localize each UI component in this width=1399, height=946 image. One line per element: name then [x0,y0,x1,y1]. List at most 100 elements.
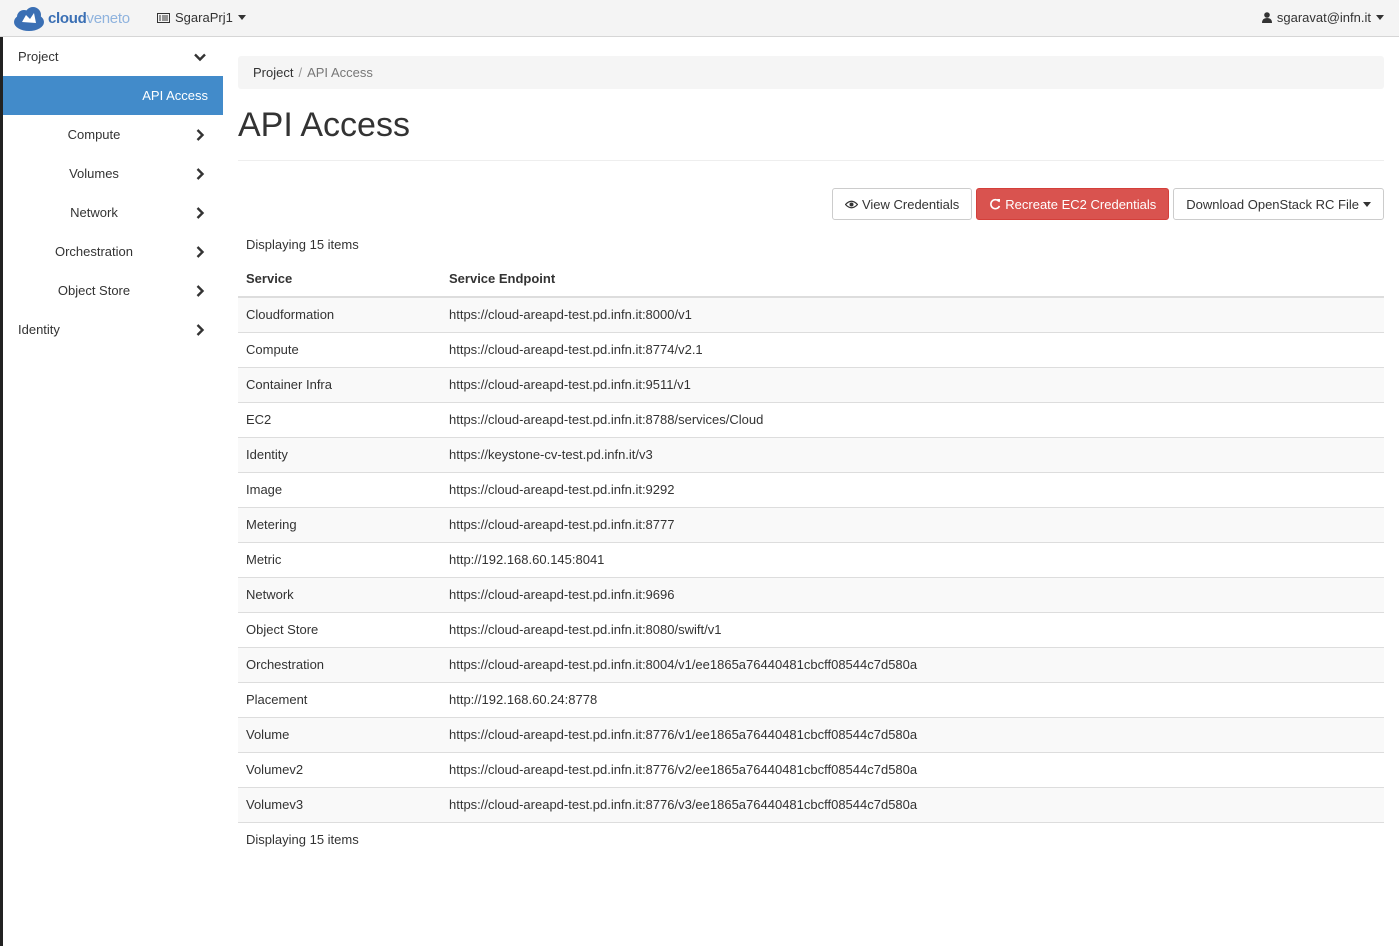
breadcrumb-current: API Access [307,65,373,80]
breadcrumb-separator: / [298,65,303,80]
cell-service: Orchestration [238,646,441,682]
sidebar-item-label: Identity [18,322,60,337]
api-endpoints-table: Service Service Endpoint Cloudformation h… [238,261,1384,823]
table-row: Metric http://192.168.60.145:8041 [238,541,1384,577]
table-row: Orchestration https://cloud-areapd-test.p… [238,646,1384,682]
table-row: EC2 https://cloud-areapd-test.pd.infn.it:… [238,401,1384,437]
cell-service-endpoint: https://cloud-areapd-test.pd.infn.it:878… [441,401,1384,437]
cell-service-endpoint: https://cloud-areapd-test.pd.infn.it:929… [441,471,1384,507]
sidebar-item-object-store[interactable]: Object Store [3,271,223,310]
chevron-right-icon [196,207,205,219]
sidebar-item-label: Network [70,205,118,220]
sidebar-item-identity[interactable]: Identity [3,310,223,349]
view-credentials-label: View Credentials [861,196,960,212]
page-title: API Access [238,106,410,144]
cell-service: Metering [238,506,441,542]
caret-down-icon [237,15,246,20]
cell-service-endpoint: http://192.168.60.145:8041 [441,541,1384,577]
cell-service: Object Store [238,611,441,647]
table-row: Cloudformation https://cloud-areapd-test.… [238,296,1384,332]
cell-service: Volumev2 [238,751,441,787]
project-list-icon [157,12,170,23]
sidebar-item-label: Volumes [69,166,119,181]
cell-service-endpoint: https://cloud-areapd-test.pd.infn.it:808… [441,611,1384,647]
view-credentials-button[interactable]: View Credentials [831,188,973,220]
table-row: Image https://cloud-areapd-test.pd.infn.i… [238,471,1384,507]
table-row: Volume https://cloud-areapd-test.pd.infn.… [238,716,1384,752]
cell-service: Identity [238,436,441,472]
cell-service-endpoint: https://cloud-areapd-test.pd.infn.it:800… [441,296,1384,332]
sidebar-item-network[interactable]: Network [3,193,223,232]
sidebar-item-project[interactable]: Project [3,37,223,76]
table-row: Compute https://cloud-areapd-test.pd.infn… [238,331,1384,367]
cloud-logo-icon [14,6,44,31]
brand-logo[interactable]: cloudveneto [12,5,130,32]
user-name: sgaravat@infn.it [1276,10,1371,25]
sidebar-item-label: API Access [142,88,208,103]
brand-name: cloudveneto [48,10,130,27]
recreate-ec2-credentials-button[interactable]: Recreate EC2 Credentials [976,188,1170,220]
cell-service-endpoint: https://cloud-areapd-test.pd.infn.it:877… [441,786,1384,823]
table-row: Network https://cloud-areapd-test.pd.infn… [238,576,1384,612]
chevron-right-icon [196,285,205,297]
sidebar-item-orchestration[interactable]: Orchestration [3,232,223,271]
cell-service: Metric [238,541,441,577]
project-switcher[interactable]: SgaraPrj1 [157,10,246,25]
cell-service-endpoint: https://cloud-areapd-test.pd.infn.it:877… [441,331,1384,367]
recreate-ec2-credentials-label: Recreate EC2 Credentials [1005,196,1157,212]
sidebar-item-api-access[interactable]: API Access [3,76,223,115]
chevron-down-icon [194,53,206,62]
column-header-service-endpoint[interactable]: Service Endpoint [441,261,1384,298]
eye-icon [844,200,858,208]
cell-service-endpoint: http://192.168.60.24:8778 [441,681,1384,717]
sidebar-item-label: Project [18,49,59,64]
user-menu[interactable]: sgaravat@infn.it [1261,10,1384,25]
column-header-service[interactable]: Service [238,261,441,298]
cell-service: Cloudformation [238,296,441,332]
chevron-right-icon [196,246,205,258]
sidebar-item-label: Object Store [57,283,131,298]
sidebar: Project API Access Compute Volumes Netwo… [3,37,223,349]
cell-service: Volume [238,716,441,752]
cell-service: Container Infra [238,366,441,402]
cell-service-endpoint: https://cloud-areapd-test.pd.infn.it:969… [441,576,1384,612]
chevron-right-icon [196,324,205,336]
table-header-row: Service Service Endpoint [238,261,1384,298]
table-row: Volumev2 https://cloud-areapd-test.pd.inf… [238,751,1384,787]
project-name: SgaraPrj1 [175,10,233,25]
cell-service: EC2 [238,401,441,437]
brand-name-part1: cloud [48,10,87,27]
sidebar-item-label: Orchestration [54,244,134,259]
cell-service-endpoint: https://cloud-areapd-test.pd.infn.it:877… [441,506,1384,542]
breadcrumb-project[interactable]: Project [253,65,293,80]
cell-service-endpoint: https://cloud-areapd-test.pd.infn.it:951… [441,366,1384,402]
cell-service-endpoint: https://cloud-areapd-test.pd.infn.it:877… [441,716,1384,752]
chevron-right-icon [196,168,205,180]
cell-service: Compute [238,331,441,367]
download-rc-file-label: Download OpenStack RC File [1186,196,1359,212]
table-row: Identity https://keystone-cv-test.pd.infn… [238,436,1384,472]
items-count-top: Displaying 15 items [246,237,359,252]
cell-service: Network [238,576,441,612]
sidebar-item-label: Compute [67,127,121,142]
download-rc-file-button[interactable]: Download OpenStack RC File [1173,188,1384,220]
table-row: Placement http://192.168.60.24:8778 [238,681,1384,717]
table-row: Volumev3 https://cloud-areapd-test.pd.inf… [238,786,1384,823]
top-navbar: cloudveneto SgaraPrj1 sgaravat@infn.it [0,0,1399,37]
brand-name-part2: veneto [86,10,131,27]
sidebar-item-volumes[interactable]: Volumes [3,154,223,193]
table-row: Metering https://cloud-areapd-test.pd.inf… [238,506,1384,542]
cell-service-endpoint: https://cloud-areapd-test.pd.infn.it:877… [441,751,1384,787]
table-row: Container Infra https://cloud-areapd-test… [238,366,1384,402]
table-actions: View Credentials Recreate EC2 Credential… [828,188,1384,220]
user-icon [1261,12,1272,23]
cell-service-endpoint: https://cloud-areapd-test.pd.infn.it:800… [441,646,1384,682]
sidebar-item-compute[interactable]: Compute [3,115,223,154]
caret-down-icon [1363,201,1371,207]
cell-service: Volumev3 [238,786,441,823]
caret-down-icon [1376,15,1384,20]
cell-service: Image [238,471,441,507]
breadcrumb: Project / API Access [238,56,1384,89]
main-content: Project / API Access API Access View Cre… [238,37,1384,847]
table-row: Object Store https://cloud-areapd-test.pd… [238,611,1384,647]
